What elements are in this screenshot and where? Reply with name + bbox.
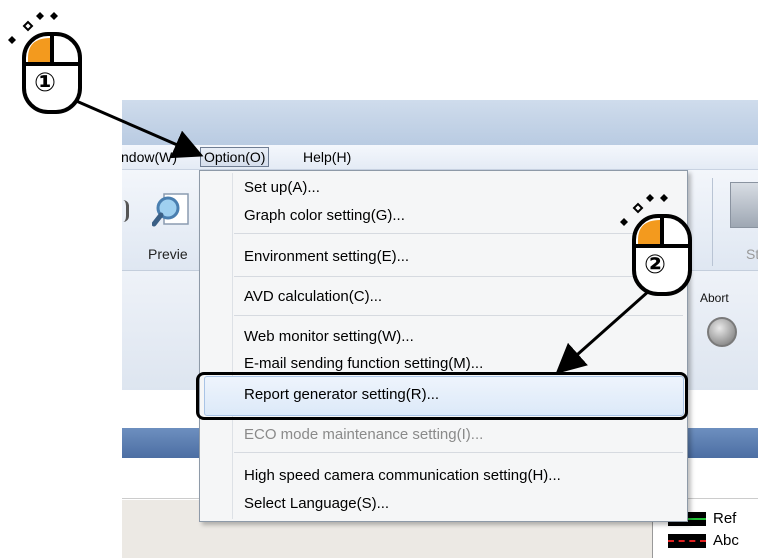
step-1-label: ① xyxy=(34,68,57,98)
arrow-1 xyxy=(73,98,204,159)
step-2-label: ② xyxy=(644,250,667,280)
arrow-2 xyxy=(555,288,651,374)
